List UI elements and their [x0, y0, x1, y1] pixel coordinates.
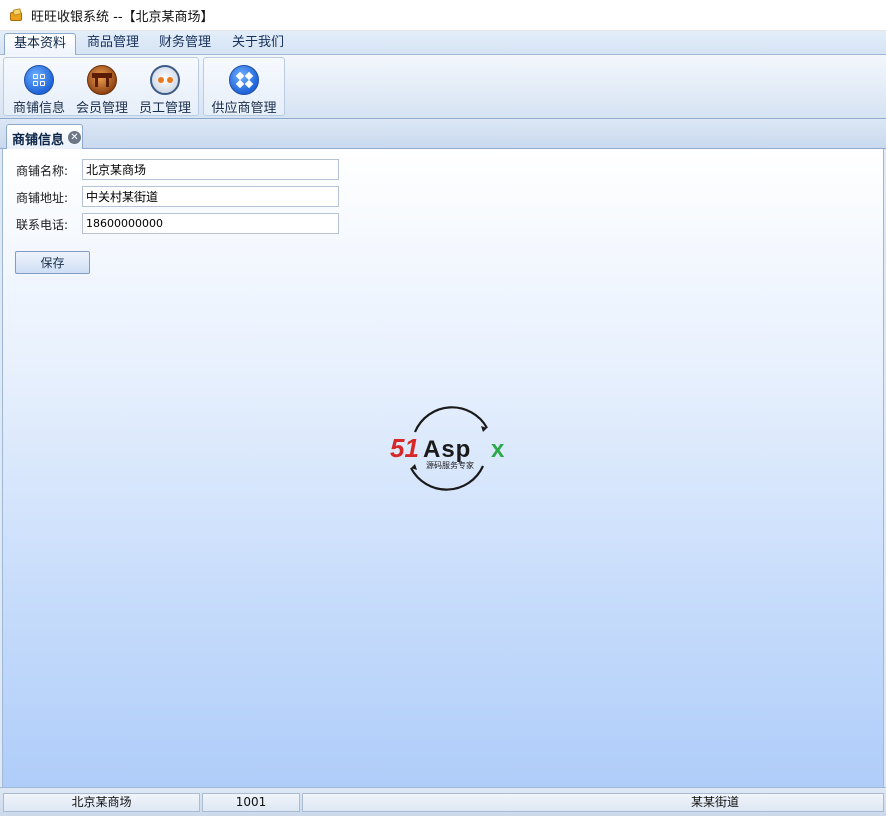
title-bar: 旺旺收银系统 --【北京某商场】: [0, 0, 886, 31]
staff-management-label: 员工管理: [138, 101, 191, 116]
shop-address-input[interactable]: [82, 186, 339, 207]
tab-product-management[interactable]: 商品管理: [78, 33, 148, 55]
contact-phone-label: 联系电话:: [16, 218, 69, 232]
content-panel: 商铺名称: 商铺地址: 联系电话: 保存 51 Asp x 源码服务专家: [2, 149, 884, 787]
ribbon-group-main: 商铺信息 会员管理 员工管理: [3, 57, 199, 116]
member-management-button[interactable]: 会员管理: [71, 60, 133, 116]
supplier-management-button[interactable]: 供应商管理: [207, 60, 281, 116]
staff-face-icon: [150, 65, 180, 95]
shop-name-label: 商铺名称:: [16, 164, 69, 178]
supplier-management-label: 供应商管理: [211, 101, 277, 116]
status-address: 某某街道: [302, 793, 884, 812]
close-icon[interactable]: ✕: [68, 131, 81, 144]
member-gate-icon: [87, 65, 117, 95]
app-icon: [9, 8, 23, 22]
ribbon-group-supplier: 供应商管理: [203, 57, 285, 116]
member-management-label: 会员管理: [75, 101, 128, 116]
logo-tagline: 源码服务专家: [426, 460, 474, 470]
shop-info-button[interactable]: 商铺信息: [8, 60, 70, 116]
status-shop-name: 北京某商场: [3, 793, 200, 812]
doc-tab-label: 商铺信息: [12, 133, 65, 148]
shop-info-label: 商铺信息: [12, 101, 65, 116]
status-bar: 北京某商场 1001 某某街道: [0, 787, 886, 816]
shop-grid-icon: [24, 65, 54, 95]
staff-management-button[interactable]: 员工管理: [134, 60, 196, 116]
menu-bar: 基本资料 商品管理 财务管理 关于我们: [0, 31, 886, 56]
logo-text-x: x: [491, 436, 505, 463]
ribbon-toolbar: 商铺信息 会员管理 员工管理 供应商管理: [0, 55, 886, 119]
shop-address-label: 商铺地址:: [16, 191, 69, 205]
logo-text-51: 51: [390, 433, 419, 463]
tab-about-us[interactable]: 关于我们: [223, 33, 293, 55]
status-code: 1001: [202, 793, 300, 812]
supplier-dropbox-icon: [229, 65, 259, 95]
save-button[interactable]: 保存: [15, 251, 90, 274]
shop-name-input[interactable]: [82, 159, 339, 180]
logo-arc-top: [413, 406, 488, 433]
watermark-logo: 51 Asp x 源码服务专家: [390, 406, 505, 491]
doc-tab-shop-info[interactable]: 商铺信息 ✕: [6, 124, 83, 149]
logo-text-asp: Asp: [423, 436, 471, 463]
window-title: 旺旺收银系统 --【北京某商场】: [31, 9, 214, 25]
tab-finance-management[interactable]: 财务管理: [150, 33, 220, 55]
contact-phone-input[interactable]: [82, 213, 339, 234]
document-tab-strip: 商铺信息 ✕: [0, 120, 886, 149]
tab-basic-info[interactable]: 基本资料: [4, 33, 77, 56]
